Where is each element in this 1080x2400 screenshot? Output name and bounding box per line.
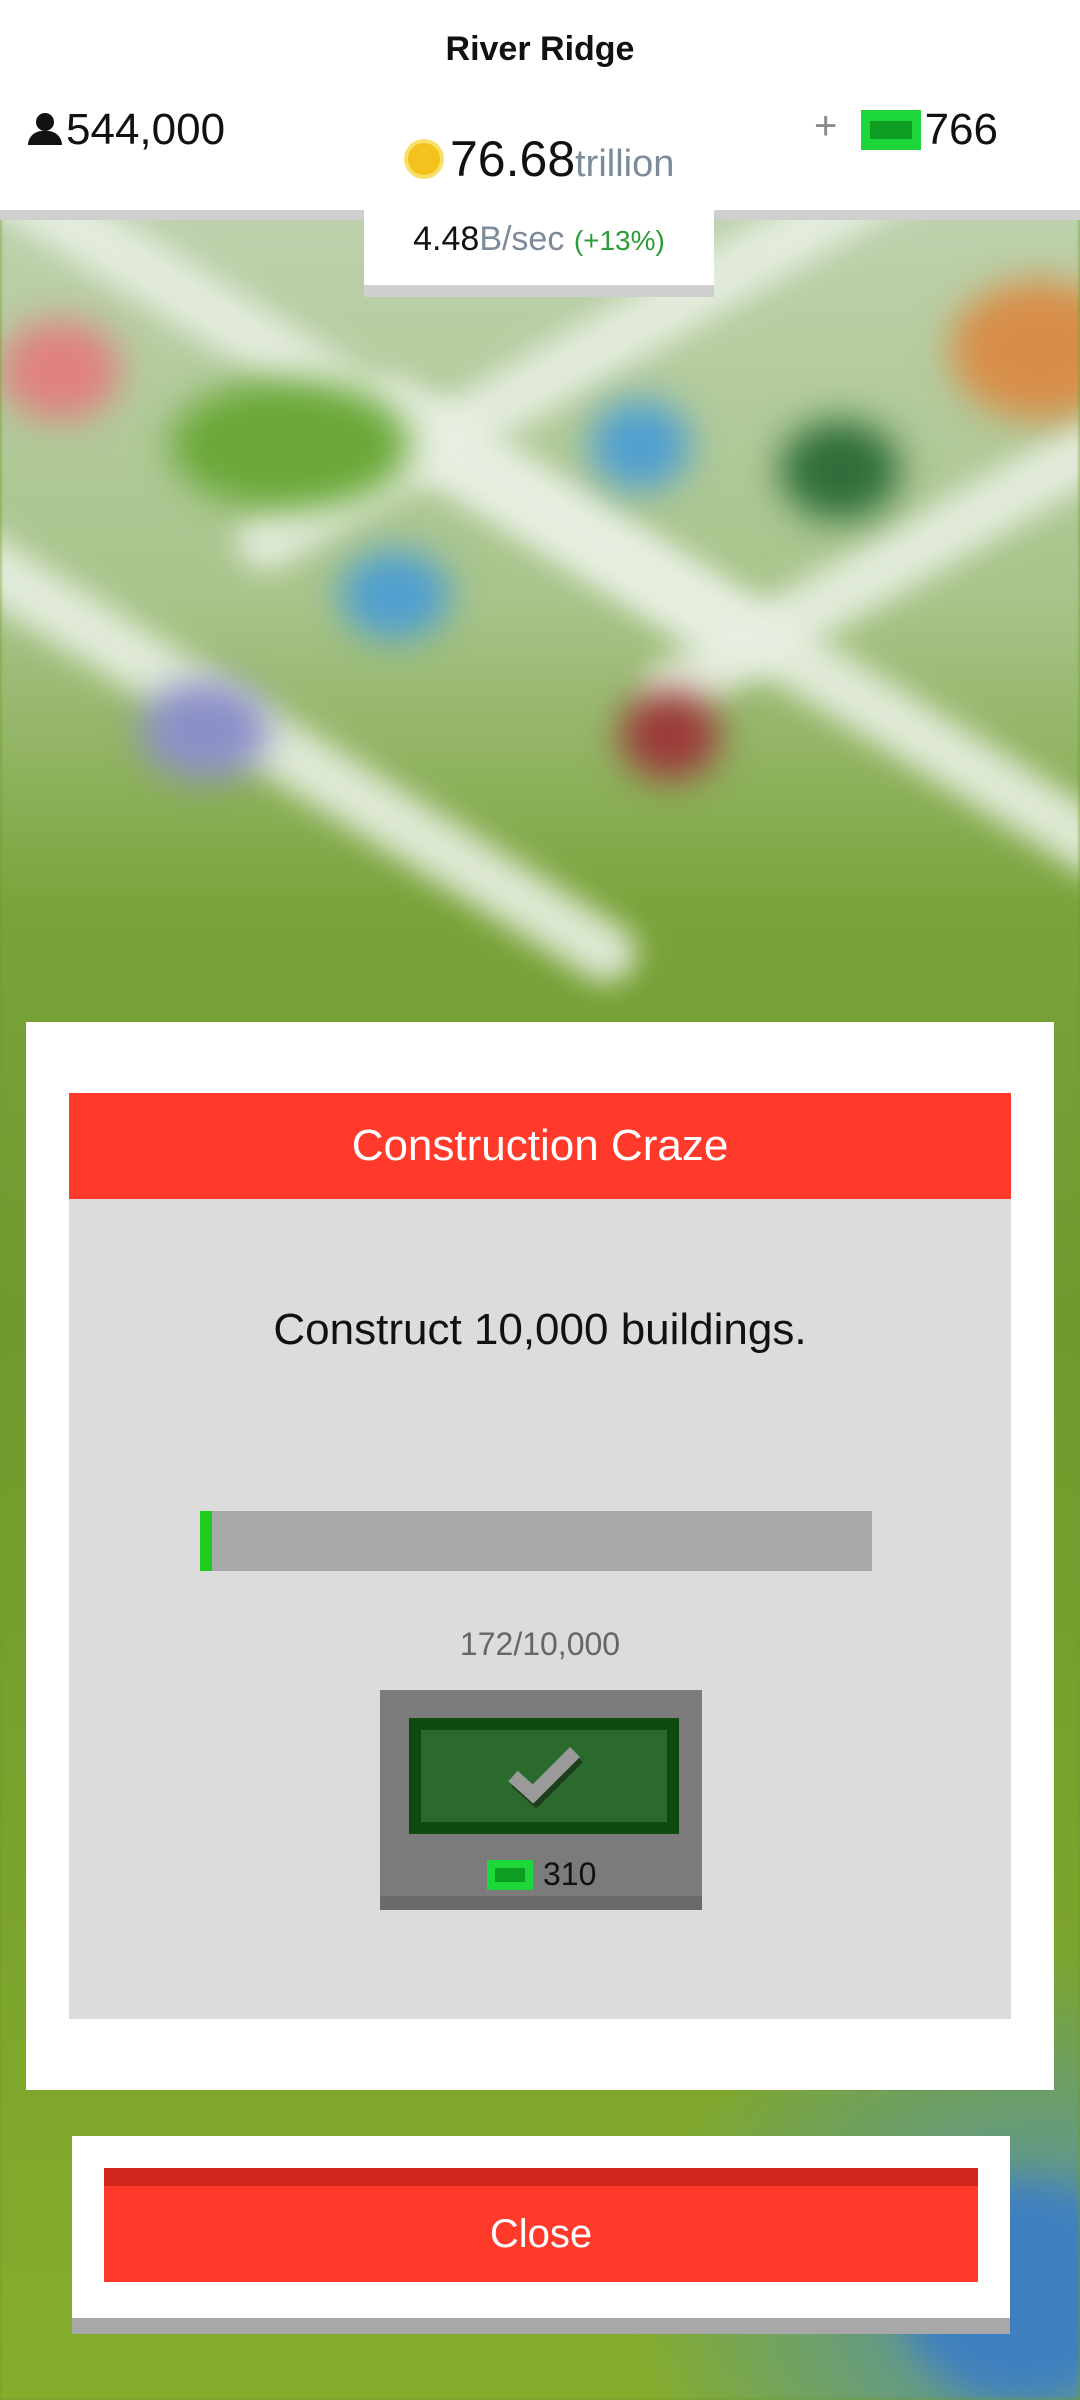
cash-value: 766	[924, 105, 998, 154]
progress-fill	[200, 1511, 212, 1571]
coin-value: 76.68	[450, 131, 576, 187]
cash-counter[interactable]: 766	[860, 105, 998, 155]
buy-cash-button[interactable]: +	[814, 104, 837, 149]
coin-icon	[404, 139, 444, 179]
dialog-title: Construction Craze	[69, 1093, 1011, 1199]
coin-balance: 76.68 trillion	[404, 130, 674, 188]
cash-bill-icon	[860, 110, 921, 150]
achievement-description: Construct 10,000 buildings.	[273, 1305, 807, 1354]
rate-unit: B/sec	[479, 220, 565, 258]
population-counter: 544,000	[28, 105, 225, 155]
income-rate: 4.48B/sec (+13%)	[364, 220, 714, 259]
progress-text: 172/10,000	[459, 1626, 621, 1662]
reward-value: 310	[543, 1856, 597, 1892]
reward-amount: 310	[487, 1856, 596, 1893]
close-button[interactable]: Close	[104, 2168, 978, 2282]
city-name: River Ridge	[445, 30, 635, 68]
checkmark-icon	[508, 1747, 583, 1809]
rate-change: (+13%)	[573, 225, 665, 256]
rate-value: 4.48	[413, 220, 480, 258]
progress-bar	[200, 1511, 872, 1571]
population-value: 544,000	[66, 105, 226, 154]
coin-unit: trillion	[575, 143, 675, 185]
person-icon	[28, 113, 62, 147]
cash-bill-icon	[487, 1859, 533, 1890]
